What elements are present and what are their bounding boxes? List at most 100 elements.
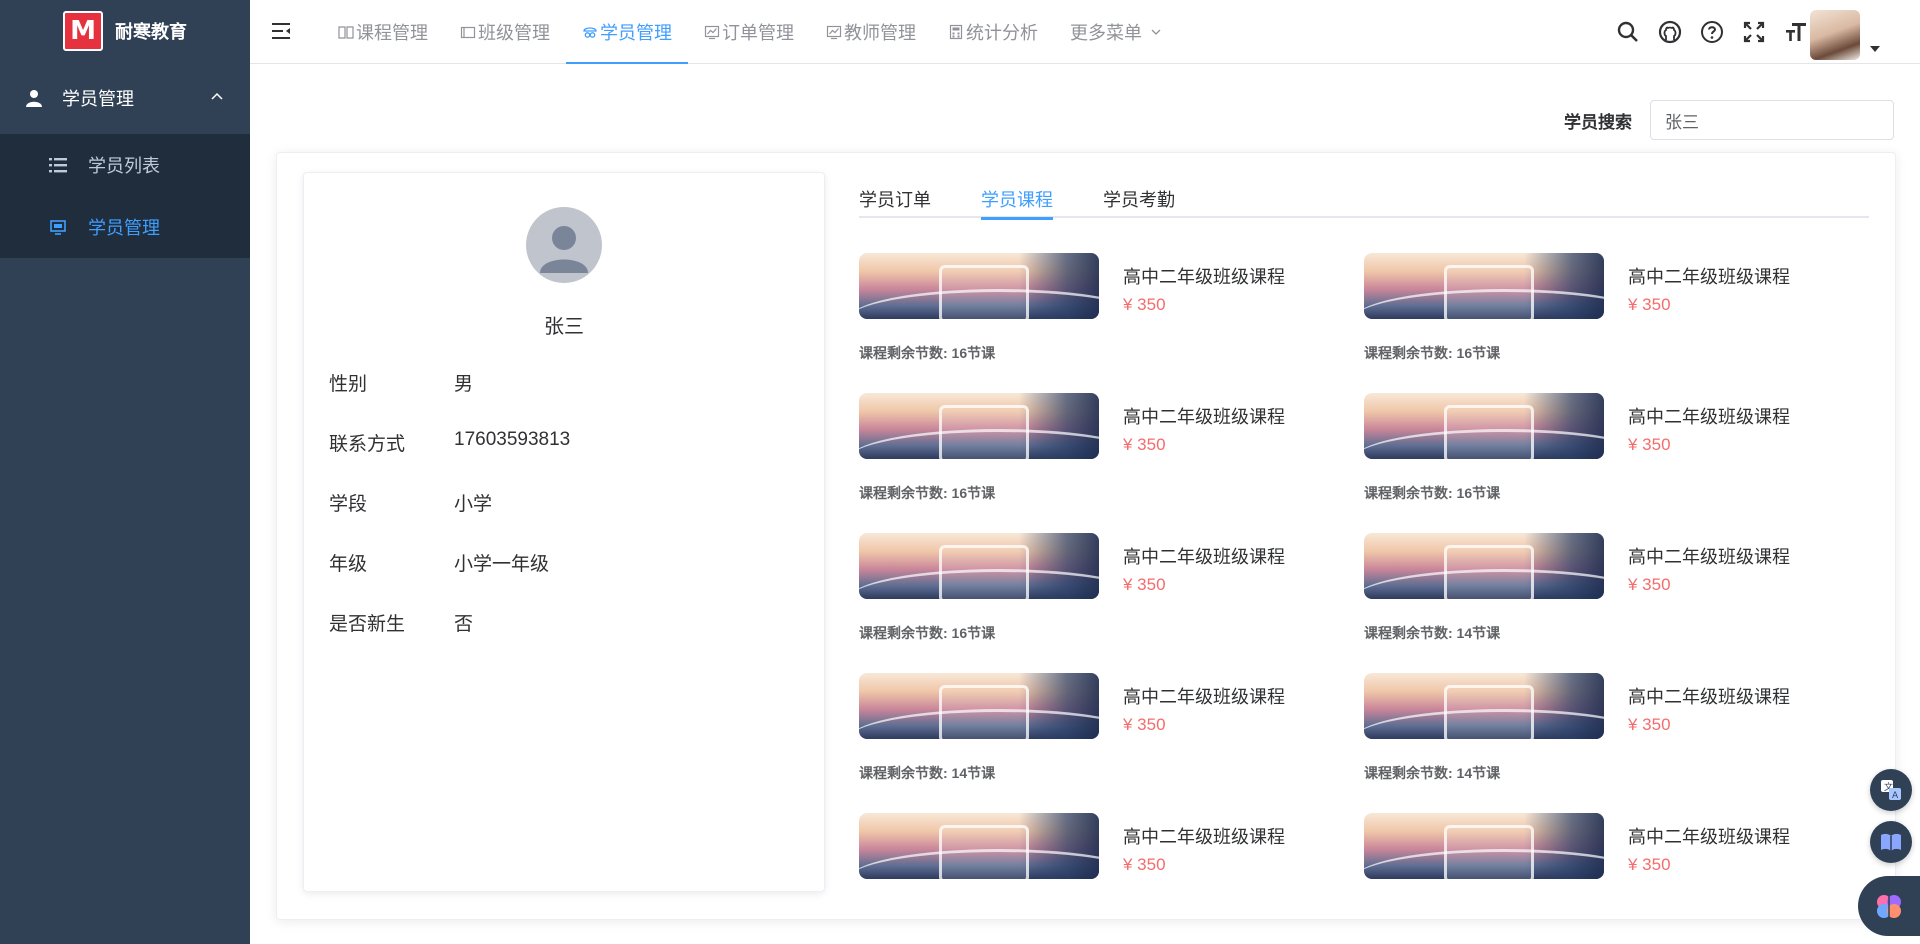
course-thumbnail bbox=[1364, 533, 1604, 599]
student-tabs: 学员订单 学员课程 学员考勤 bbox=[859, 180, 1869, 220]
tab-student-attendance[interactable]: 学员考勤 bbox=[1103, 180, 1175, 218]
top-bar: 课程管理 班级管理 学员管理 订单管理 教师管理 统计分析 更多菜单 bbox=[250, 0, 1920, 64]
nav-tab-label: 学员管理 bbox=[600, 23, 672, 43]
field-label: 年级 bbox=[329, 554, 368, 575]
reader-button[interactable] bbox=[1870, 821, 1912, 863]
nav-tab-order[interactable]: 订单管理 bbox=[688, 0, 810, 64]
course-card[interactable]: 高中二年级班级课程 ¥ 350 bbox=[859, 813, 1359, 893]
nav-tab-more[interactable]: 更多菜单 bbox=[1054, 0, 1178, 64]
course-thumbnail bbox=[1364, 673, 1604, 739]
course-card[interactable]: 高中二年级班级课程 ¥ 350 课程剩余节数: 16节课 bbox=[1364, 393, 1864, 513]
book-open-icon bbox=[1881, 833, 1901, 851]
folder-icon bbox=[460, 26, 476, 39]
logo-mark: M bbox=[63, 11, 103, 51]
search-icon[interactable] bbox=[1616, 20, 1640, 44]
field-label: 联系方式 bbox=[329, 434, 406, 455]
nav-tab-label: 课程管理 bbox=[356, 23, 428, 43]
app-name: 耐寒教育 bbox=[115, 22, 187, 42]
course-remaining: 课程剩余节数: 14节课 bbox=[1364, 625, 1501, 641]
nav-tab-stats[interactable]: 统计分析 bbox=[932, 0, 1054, 64]
sidebar-item-label: 学员列表 bbox=[88, 156, 160, 176]
help-icon[interactable] bbox=[1700, 20, 1724, 44]
course-title: 高中二年级班级课程 bbox=[1628, 547, 1790, 567]
student-icon bbox=[583, 27, 597, 38]
main-card: 张三 性别 男 联系方式 17603593813 学段 小学 年级 小学一年级 … bbox=[276, 152, 1896, 920]
course-card[interactable]: 高中二年级班级课程 ¥ 350 课程剩余节数: 16节课 bbox=[859, 533, 1359, 653]
course-title: 高中二年级班级课程 bbox=[1123, 547, 1285, 567]
nav-tabs: 课程管理 班级管理 学员管理 订单管理 教师管理 统计分析 更多菜单 bbox=[322, 0, 1178, 64]
course-card[interactable]: 高中二年级班级课程 ¥ 350 课程剩余节数: 16节课 bbox=[859, 253, 1359, 373]
translate-button[interactable]: 文A bbox=[1870, 769, 1912, 811]
nav-tab-teacher[interactable]: 教师管理 bbox=[810, 0, 932, 64]
course-remaining: 课程剩余节数: 16节课 bbox=[859, 345, 996, 361]
sidebar-item-student-manage[interactable]: 学员管理 bbox=[0, 196, 250, 258]
course-remaining: 课程剩余节数: 16节课 bbox=[859, 625, 996, 641]
course-card[interactable]: 高中二年级班级课程 ¥ 350 课程剩余节数: 14节课 bbox=[859, 673, 1359, 793]
font-size-icon[interactable] bbox=[1784, 20, 1808, 44]
app-logo[interactable]: M 耐寒教育 bbox=[0, 0, 250, 62]
field-value: 小学一年级 bbox=[454, 554, 550, 575]
profile-row-gender: 性别 男 bbox=[329, 369, 473, 396]
nav-tab-class[interactable]: 班级管理 bbox=[444, 0, 566, 64]
course-price: ¥ 350 bbox=[1123, 855, 1166, 874]
field-label: 性别 bbox=[329, 374, 368, 395]
student-profile-card: 张三 性别 男 联系方式 17603593813 学段 小学 年级 小学一年级 … bbox=[303, 172, 825, 892]
github-icon[interactable] bbox=[1658, 20, 1682, 44]
student-avatar bbox=[526, 207, 602, 283]
student-search-input[interactable] bbox=[1650, 100, 1894, 140]
nav-tab-label: 更多菜单 bbox=[1070, 23, 1142, 43]
course-title: 高中二年级班级课程 bbox=[1123, 407, 1285, 427]
student-name: 张三 bbox=[544, 316, 584, 338]
menu-fold-icon[interactable] bbox=[270, 20, 292, 42]
field-label: 学段 bbox=[329, 494, 368, 515]
tab-student-orders[interactable]: 学员订单 bbox=[859, 180, 931, 218]
course-card[interactable]: 高中二年级班级课程 ¥ 350 课程剩余节数: 16节课 bbox=[1364, 253, 1864, 373]
sidebar-submenu: 学员列表 学员管理 bbox=[0, 134, 250, 258]
fullscreen-icon[interactable] bbox=[1742, 20, 1766, 44]
course-remaining: 课程剩余节数: 16节课 bbox=[1364, 485, 1501, 501]
nav-tab-label: 教师管理 bbox=[844, 23, 916, 43]
user-icon bbox=[26, 90, 42, 107]
course-remaining: 课程剩余节数: 14节课 bbox=[859, 765, 996, 781]
list-icon bbox=[49, 158, 67, 173]
course-thumbnail bbox=[859, 393, 1099, 459]
nav-tab-label: 班级管理 bbox=[478, 23, 550, 43]
nav-tab-course[interactable]: 课程管理 bbox=[322, 0, 444, 64]
chart-icon bbox=[826, 25, 842, 40]
book-icon bbox=[338, 26, 354, 39]
sidebar-item-student-list[interactable]: 学员列表 bbox=[0, 134, 250, 196]
course-remaining: 课程剩余节数: 16节课 bbox=[859, 485, 996, 501]
tab-student-courses[interactable]: 学员课程 bbox=[981, 180, 1053, 220]
course-thumbnail bbox=[859, 813, 1099, 879]
course-title: 高中二年级班级课程 bbox=[1628, 267, 1790, 287]
course-price: ¥ 350 bbox=[1628, 855, 1671, 874]
nav-tab-label: 统计分析 bbox=[966, 23, 1038, 43]
course-price: ¥ 350 bbox=[1123, 575, 1166, 594]
field-value: 否 bbox=[454, 614, 474, 635]
sidebar-group-student[interactable]: 学员管理 bbox=[0, 62, 250, 134]
course-card[interactable]: 高中二年级班级课程 ¥ 350 课程剩余节数: 14节课 bbox=[1364, 533, 1864, 653]
nav-tab-student[interactable]: 学员管理 bbox=[566, 0, 688, 64]
brain-icon bbox=[1877, 895, 1901, 918]
course-price: ¥ 350 bbox=[1628, 435, 1671, 454]
nav-tab-label: 订单管理 bbox=[722, 23, 794, 43]
chart-icon bbox=[704, 25, 720, 40]
caret-down-icon[interactable] bbox=[1870, 46, 1880, 52]
calc-icon bbox=[949, 24, 963, 40]
ai-assistant-button[interactable] bbox=[1858, 876, 1920, 936]
monitor-icon bbox=[50, 220, 66, 235]
profile-row-stage: 学段 小学 bbox=[329, 489, 492, 516]
course-title: 高中二年级班级课程 bbox=[1123, 827, 1285, 847]
course-price: ¥ 350 bbox=[1123, 435, 1166, 454]
sidebar: M 耐寒教育 学员管理 学员列表 学员管理 bbox=[0, 0, 250, 944]
user-avatar[interactable] bbox=[1810, 10, 1860, 60]
course-remaining: 课程剩余节数: 14节课 bbox=[1364, 765, 1501, 781]
course-card[interactable]: 高中二年级班级课程 ¥ 350 bbox=[1364, 813, 1864, 893]
course-title: 高中二年级班级课程 bbox=[1628, 407, 1790, 427]
course-thumbnail bbox=[1364, 253, 1604, 319]
course-card[interactable]: 高中二年级班级课程 ¥ 350 课程剩余节数: 14节课 bbox=[1364, 673, 1864, 793]
profile-row-grade: 年级 小学一年级 bbox=[329, 549, 549, 576]
field-value: 17603593813 bbox=[454, 429, 571, 450]
course-thumbnail bbox=[859, 673, 1099, 739]
course-card[interactable]: 高中二年级班级课程 ¥ 350 课程剩余节数: 16节课 bbox=[859, 393, 1359, 513]
